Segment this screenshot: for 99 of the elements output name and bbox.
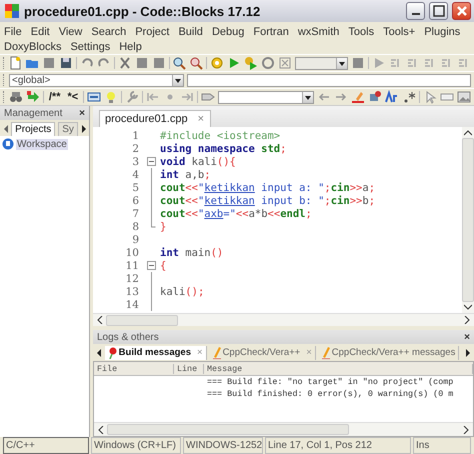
wrench-icon[interactable] xyxy=(125,90,140,104)
column-header[interactable]: File xyxy=(94,364,174,374)
maximize-button[interactable] xyxy=(429,2,448,20)
vertical-scrollbar[interactable] xyxy=(462,127,474,313)
fold-icon[interactable] xyxy=(147,155,156,168)
function-dropdown[interactable] xyxy=(187,74,471,86)
menu-item[interactable]: Search xyxy=(91,26,126,38)
horizontal-scrollbar[interactable] xyxy=(94,422,473,436)
regex-icon[interactable] xyxy=(402,90,416,104)
box-icon[interactable] xyxy=(351,56,366,70)
log-tab[interactable]: CppCheck/Vera++ × xyxy=(210,346,316,360)
pin-icon xyxy=(108,346,117,358)
jump-forward-icon[interactable] xyxy=(180,90,194,104)
menu-item[interactable]: Tools xyxy=(348,26,374,38)
floppy-icon[interactable] xyxy=(59,56,74,70)
caret-icon xyxy=(172,74,183,86)
menu-item[interactable]: View xyxy=(58,26,82,38)
text-icon[interactable] xyxy=(385,90,400,104)
close-button[interactable] xyxy=(452,2,471,20)
image-icon[interactable] xyxy=(456,90,471,104)
scroll-left-icon[interactable] xyxy=(96,348,102,356)
status-field: WINDOWS-1252 xyxy=(183,437,263,454)
arrow-icon[interactable] xyxy=(26,90,40,104)
app-icon xyxy=(4,3,20,19)
scroll-right-icon[interactable] xyxy=(464,316,470,324)
menu-item[interactable]: File xyxy=(4,26,22,38)
caret-icon xyxy=(302,92,314,102)
window-icon[interactable] xyxy=(87,90,102,104)
document-icon[interactable] xyxy=(8,56,22,70)
menu-item[interactable]: Fortran xyxy=(253,26,289,38)
table-cell: === Build finished: 0 error(s), 0 warning(s) (0 m xyxy=(207,389,454,399)
status-field: C/C++ xyxy=(3,437,89,454)
search-dropdown[interactable] xyxy=(218,90,314,104)
close-icon[interactable]: × xyxy=(79,108,85,118)
square-icon[interactable] xyxy=(42,56,56,70)
doc-comment-button[interactable]: /** xyxy=(46,91,62,103)
scroll-up-icon[interactable] xyxy=(464,130,472,136)
menu-item[interactable]: Settings xyxy=(70,40,110,52)
table-cell: === Build file: "no target" in "no project" (comp xyxy=(207,377,454,387)
column-header[interactable]: Message xyxy=(204,364,473,374)
minimize-icon xyxy=(412,13,420,15)
window-title: procedure01.cpp - Code::Blocks 17.12 xyxy=(24,4,260,18)
panel-title: Management xyxy=(4,108,62,118)
code-line: { xyxy=(160,260,166,272)
menu-item[interactable]: Plugins xyxy=(424,26,460,38)
scroll-left-icon[interactable] xyxy=(97,316,103,324)
panel-tab[interactable]: Projects xyxy=(11,122,56,136)
scroll-right-icon[interactable] xyxy=(463,426,469,434)
tree-item[interactable]: Workspace xyxy=(16,138,68,150)
log-tab[interactable]: Build messages × xyxy=(104,346,207,360)
close-icon xyxy=(456,5,468,17)
menu-item[interactable]: Edit xyxy=(30,26,50,38)
menu-item[interactable]: Debug xyxy=(212,26,244,38)
scroll-right-icon[interactable] xyxy=(80,125,86,133)
replace-icon[interactable] xyxy=(189,56,204,70)
scroll-left-icon[interactable] xyxy=(98,426,104,434)
code-line: cout<<"axb="<<a*b<<endl; xyxy=(160,208,312,220)
panel-title: Logs & others xyxy=(97,332,159,342)
code-line: cout<<"ketikkan input b: ";cin>>b; xyxy=(160,194,376,206)
menu-item[interactable]: Tools+ xyxy=(383,26,416,38)
target-dropdown[interactable] xyxy=(294,56,348,70)
panel-tab[interactable]: Sy xyxy=(58,122,78,136)
horizontal-scrollbar[interactable] xyxy=(93,313,474,326)
caret-icon xyxy=(336,58,348,68)
code-line: using namespace std; xyxy=(160,142,286,154)
fold-icon[interactable] xyxy=(147,259,156,272)
editor-tab[interactable]: procedure01.cpp × xyxy=(99,110,211,127)
status-field: Line 17, Col 1, Pos 212 xyxy=(265,437,411,454)
code-line: #include <iostream> xyxy=(160,130,280,142)
code-line: } xyxy=(160,220,166,232)
maximize-icon xyxy=(432,5,444,17)
highlighter-icon[interactable] xyxy=(351,90,366,104)
scroll-right-icon[interactable] xyxy=(465,348,471,356)
code-line: void kali(){ xyxy=(160,156,236,168)
status-field: Windows (CR+LF) xyxy=(91,437,181,454)
menu-item[interactable]: Project xyxy=(135,26,170,38)
log-tab[interactable]: CppCheck/Vera++ messages xyxy=(318,346,460,360)
stop-icon[interactable] xyxy=(278,56,292,70)
pencil-icon xyxy=(322,346,330,358)
scroll-down-icon[interactable] xyxy=(464,304,472,310)
menu-item[interactable]: DoxyBlocks xyxy=(4,40,62,52)
doc-comment-button[interactable]: *< xyxy=(66,91,80,103)
code-line: cout<<"ketikkan input a: ";cin>>a; xyxy=(160,182,376,194)
scope-dropdown[interactable]: <global> xyxy=(9,74,184,86)
code-line: int main() xyxy=(160,246,224,258)
jump-back-icon[interactable] xyxy=(146,90,160,104)
column-header[interactable]: Line xyxy=(174,364,204,374)
close-icon[interactable]: × xyxy=(198,113,204,125)
pencil-icon xyxy=(212,346,221,358)
code-line: int a,b; xyxy=(160,168,211,180)
search-icon[interactable] xyxy=(172,56,186,70)
minimize-button[interactable] xyxy=(406,2,425,20)
status-field: Ins xyxy=(413,437,471,454)
menu-item[interactable]: Help xyxy=(119,40,142,52)
close-icon[interactable]: × xyxy=(464,332,470,342)
binoculars-icon[interactable] xyxy=(8,90,23,104)
menu-item[interactable]: Build xyxy=(178,26,203,38)
menu-item[interactable]: wxSmith xyxy=(298,26,340,38)
code-line: kali(); xyxy=(160,286,204,298)
